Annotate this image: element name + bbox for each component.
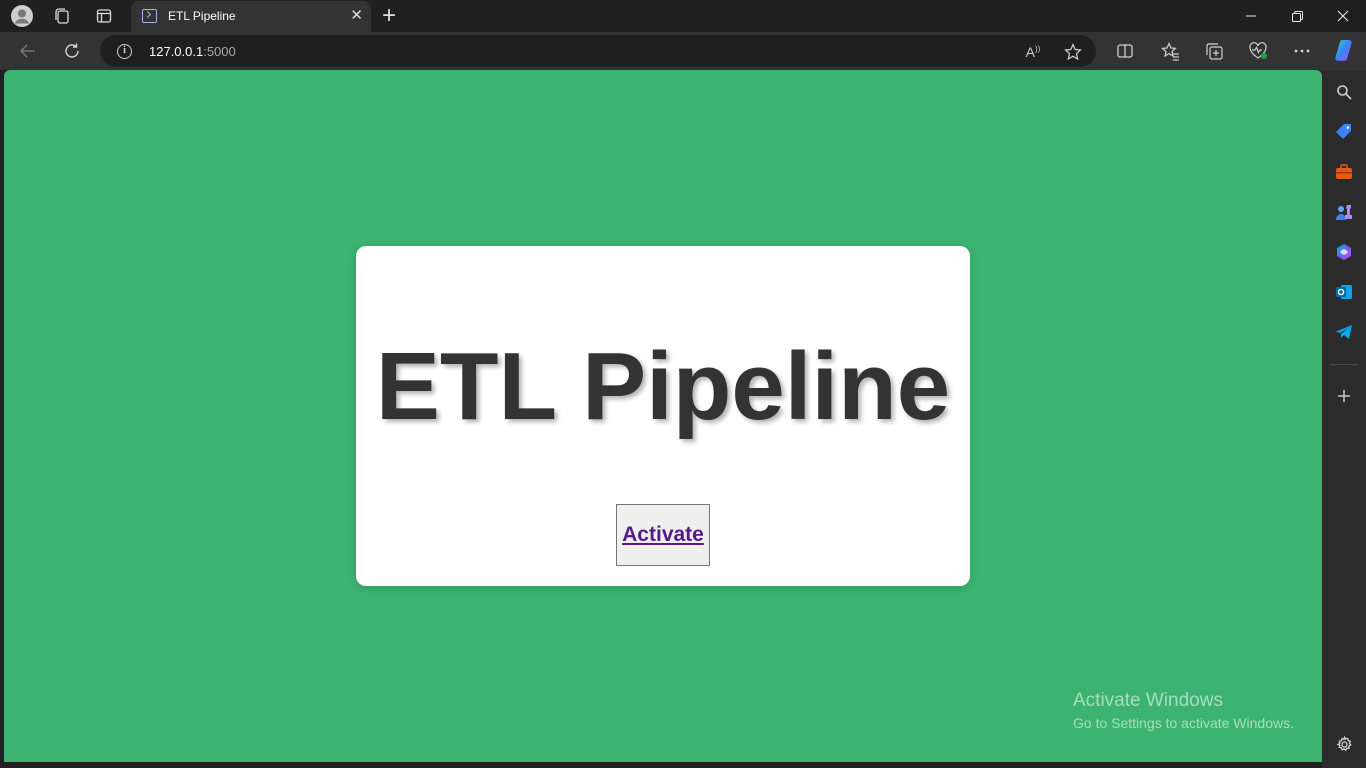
url-text[interactable]: 127.0.0.1:5000 xyxy=(149,44,236,59)
sidebar-divider xyxy=(1330,364,1358,365)
watermark-title: Activate Windows xyxy=(1073,690,1223,711)
url-host: 127.0.0.1 xyxy=(149,44,204,59)
activate-link[interactable]: Activate xyxy=(622,523,704,547)
games-chess-icon[interactable] xyxy=(1334,202,1354,222)
sidebar-search-icon[interactable] xyxy=(1334,82,1354,102)
window-bottom-edge xyxy=(0,762,1322,768)
close-window-icon[interactable] xyxy=(1320,0,1366,32)
page-viewport: ETL Pipeline Activate xyxy=(4,70,1322,762)
refresh-icon[interactable] xyxy=(60,39,84,63)
favorites-icon[interactable] xyxy=(1158,39,1182,63)
browser-essentials-icon[interactable] xyxy=(1246,39,1270,63)
favorite-star-icon[interactable] xyxy=(1062,41,1084,63)
close-tab-icon[interactable]: ✕ xyxy=(350,7,363,25)
terminal-favicon-icon xyxy=(142,9,157,23)
add-sidebar-app-icon[interactable] xyxy=(1334,386,1354,406)
site-info-icon[interactable]: i xyxy=(117,44,132,59)
tools-briefcase-icon[interactable] xyxy=(1334,162,1354,182)
read-aloud-icon[interactable]: A)) xyxy=(1022,41,1044,63)
shopping-tag-icon[interactable] xyxy=(1334,122,1354,142)
page-heading: ETL Pipeline xyxy=(375,333,951,440)
microsoft-365-icon[interactable] xyxy=(1334,242,1354,262)
restore-icon[interactable] xyxy=(1274,0,1320,32)
navigation-bar: i 127.0.0.1:5000 A)) xyxy=(0,32,1366,70)
url-port: :5000 xyxy=(203,44,236,59)
profile-avatar-icon[interactable] xyxy=(10,4,34,28)
split-screen-icon[interactable] xyxy=(1113,39,1137,63)
collections-icon[interactable] xyxy=(1202,39,1226,63)
tab-title: ETL Pipeline xyxy=(168,9,236,23)
back-arrow-icon[interactable] xyxy=(16,39,40,63)
watermark-subtitle: Go to Settings to activate Windows. xyxy=(1073,715,1294,731)
windows-activation-watermark: Activate Windows Go to Settings to activ… xyxy=(1073,690,1294,733)
tab-actions-icon[interactable] xyxy=(92,4,116,28)
activate-button[interactable]: Activate xyxy=(616,504,710,566)
telegram-send-icon[interactable] xyxy=(1334,322,1354,342)
new-tab-icon[interactable]: + xyxy=(382,2,396,30)
address-bar[interactable]: i 127.0.0.1:5000 A)) xyxy=(100,35,1096,67)
more-options-icon[interactable] xyxy=(1290,39,1314,63)
tab-etl-pipeline[interactable]: ETL Pipeline ✕ xyxy=(131,1,371,32)
browser-title-bar: ETL Pipeline ✕ + xyxy=(0,0,1366,32)
workspaces-icon[interactable] xyxy=(50,4,74,28)
edge-sidebar xyxy=(1322,70,1366,768)
sidebar-settings-gear-icon[interactable] xyxy=(1334,734,1354,754)
content-card: ETL Pipeline Activate xyxy=(356,246,970,586)
copilot-icon[interactable] xyxy=(1331,37,1357,63)
outlook-icon[interactable] xyxy=(1334,282,1354,302)
minimize-icon[interactable] xyxy=(1228,0,1274,32)
